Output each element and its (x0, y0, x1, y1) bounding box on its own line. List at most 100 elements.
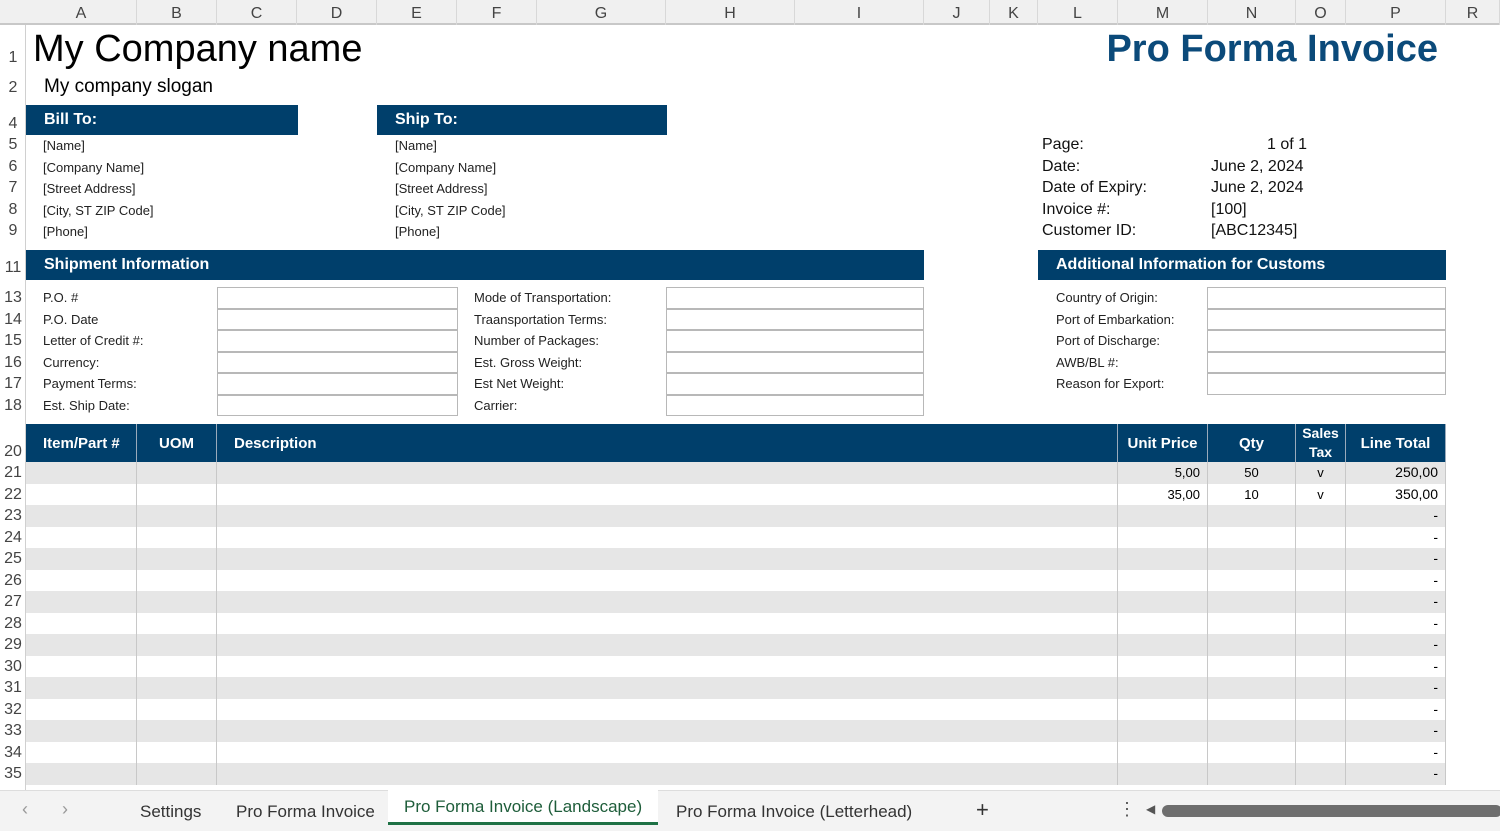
customs-field-input[interactable] (1207, 330, 1446, 352)
column-header-i[interactable]: I (795, 0, 924, 25)
table-cell[interactable]: - (1346, 505, 1446, 527)
table-cell[interactable] (1208, 526, 1296, 548)
row-header[interactable]: 15 (0, 332, 26, 350)
row-header[interactable]: 30 (0, 658, 26, 676)
table-cell[interactable] (217, 505, 1118, 527)
table-cell[interactable] (1296, 698, 1346, 720)
table-cell[interactable] (137, 720, 217, 742)
shipment-field-input[interactable] (666, 351, 924, 373)
table-cell[interactable]: - (1346, 655, 1446, 677)
shipment-field-input[interactable] (217, 373, 458, 395)
table-cell[interactable] (137, 462, 217, 484)
table-cell[interactable] (26, 634, 137, 656)
table-cell[interactable]: - (1346, 634, 1446, 656)
table-cell[interactable] (137, 634, 217, 656)
table-cell[interactable]: - (1346, 569, 1446, 591)
table-cell[interactable]: 10 (1208, 483, 1296, 505)
table-cell[interactable] (217, 612, 1118, 634)
table-cell[interactable] (1296, 526, 1346, 548)
table-cell[interactable] (137, 655, 217, 677)
ship-to-line[interactable]: [City, ST ZIP Code] (395, 203, 506, 218)
table-cell[interactable] (1118, 612, 1208, 634)
row-header[interactable]: 18 (0, 397, 26, 415)
sheet-tab-3[interactable]: Pro Forma Invoice (Letterhead) (660, 791, 928, 832)
table-cell[interactable] (217, 677, 1118, 699)
table-cell[interactable]: 5,00 (1118, 462, 1208, 484)
column-header-r[interactable]: R (1446, 0, 1500, 25)
row-header[interactable]: 2 (0, 79, 26, 97)
column-header-f[interactable]: F (457, 0, 537, 25)
table-cell[interactable] (1296, 591, 1346, 613)
table-cell[interactable] (1118, 505, 1208, 527)
shipment-field-input[interactable] (666, 308, 924, 330)
table-cell[interactable] (26, 763, 137, 785)
shipment-field-input[interactable] (666, 373, 924, 395)
sheet-tab-0[interactable]: Settings (124, 791, 217, 832)
table-cell[interactable] (1208, 741, 1296, 763)
table-cell[interactable] (137, 548, 217, 570)
table-cell[interactable]: - (1346, 763, 1446, 785)
row-header[interactable]: 8 (0, 201, 26, 219)
table-cell[interactable] (1296, 741, 1346, 763)
column-header-c[interactable]: C (217, 0, 297, 25)
table-cell[interactable] (217, 526, 1118, 548)
row-header[interactable]: 27 (0, 593, 26, 611)
shipment-field-input[interactable] (217, 308, 458, 330)
row-header[interactable]: 31 (0, 679, 26, 697)
table-cell[interactable] (1118, 655, 1208, 677)
table-cell[interactable]: 50 (1208, 462, 1296, 484)
meta-value[interactable]: 1 of 1 (1211, 136, 1307, 154)
table-cell[interactable] (137, 763, 217, 785)
row-header[interactable]: 9 (0, 222, 26, 240)
ship-to-line[interactable]: [Company Name] (395, 160, 496, 175)
table-cell[interactable]: - (1346, 698, 1446, 720)
table-cell[interactable] (1296, 634, 1346, 656)
column-header-d[interactable]: D (297, 0, 377, 25)
column-header-j[interactable]: J (924, 0, 990, 25)
table-cell[interactable] (1118, 677, 1208, 699)
table-cell[interactable]: 35,00 (1118, 483, 1208, 505)
meta-value[interactable]: [ABC12345] (1211, 222, 1297, 240)
row-header[interactable]: 6 (0, 158, 26, 176)
table-cell[interactable] (1296, 677, 1346, 699)
table-cell[interactable] (1208, 634, 1296, 656)
table-cell[interactable] (137, 526, 217, 548)
shipment-field-input[interactable] (217, 351, 458, 373)
table-cell[interactable] (137, 591, 217, 613)
row-header[interactable]: 5 (0, 136, 26, 154)
table-cell[interactable] (1296, 655, 1346, 677)
ship-to-line[interactable]: [Name] (395, 138, 437, 153)
bill-to-line[interactable]: [Company Name] (43, 160, 144, 175)
meta-value[interactable]: [100] (1211, 201, 1247, 219)
table-cell[interactable] (1208, 655, 1296, 677)
table-cell[interactable] (137, 483, 217, 505)
table-cell[interactable] (1118, 741, 1208, 763)
table-cell[interactable] (1208, 548, 1296, 570)
more-options-icon[interactable]: ⋮ (1118, 799, 1136, 820)
table-cell[interactable] (217, 698, 1118, 720)
table-cell[interactable]: - (1346, 741, 1446, 763)
ship-to-line[interactable]: [Phone] (395, 224, 440, 239)
company-slogan[interactable]: My company slogan (44, 76, 213, 98)
table-cell[interactable] (26, 569, 137, 591)
table-cell[interactable] (1208, 591, 1296, 613)
column-header-a[interactable]: A (26, 0, 137, 25)
next-sheet-icon[interactable]: › (62, 799, 68, 820)
shipment-field-input[interactable] (217, 287, 458, 309)
column-header-n[interactable]: N (1208, 0, 1296, 25)
table-cell[interactable] (217, 741, 1118, 763)
bill-to-line[interactable]: [City, ST ZIP Code] (43, 203, 154, 218)
table-cell[interactable] (137, 505, 217, 527)
table-cell[interactable] (26, 548, 137, 570)
table-cell[interactable] (1118, 548, 1208, 570)
row-header[interactable]: 34 (0, 744, 26, 762)
row-header[interactable]: 16 (0, 354, 26, 372)
meta-value[interactable]: June 2, 2024 (1211, 158, 1304, 176)
table-cell[interactable]: - (1346, 612, 1446, 634)
row-header[interactable]: 28 (0, 615, 26, 633)
customs-field-input[interactable] (1207, 287, 1446, 309)
table-cell[interactable] (1296, 720, 1346, 742)
table-cell[interactable] (26, 655, 137, 677)
row-header[interactable]: 22 (0, 486, 26, 504)
customs-field-input[interactable] (1207, 351, 1446, 373)
